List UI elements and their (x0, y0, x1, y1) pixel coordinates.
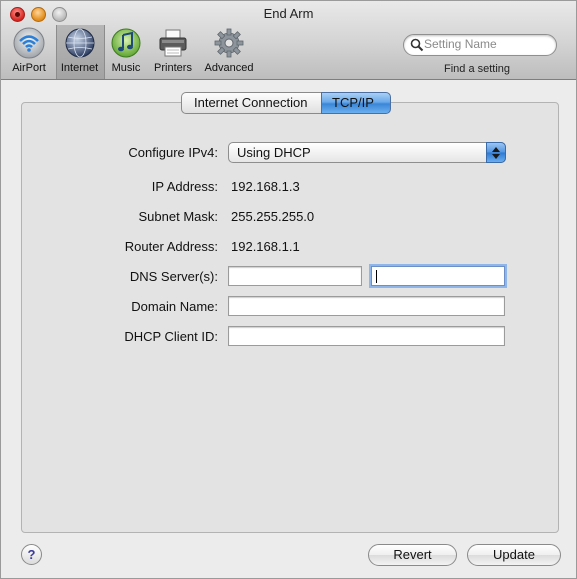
toolbar-item-printers[interactable]: Printers (151, 27, 195, 74)
window-title: End Arm (263, 6, 314, 21)
popup-arrows-icon (486, 142, 506, 163)
dhcp-client-id-field[interactable] (228, 326, 505, 346)
toolbar-item-label: Music (111, 62, 141, 74)
toolbar-item-label: Internet (60, 62, 99, 74)
tab-tcp-ip[interactable]: TCP/IP (321, 92, 391, 114)
configure-ipv4-value: Using DHCP (237, 145, 311, 160)
tab-bar: Internet Connection TCP/IP (181, 92, 391, 114)
search-icon (410, 38, 424, 52)
configure-ipv4-popup[interactable]: Using DHCP (228, 142, 506, 163)
text-caret (376, 270, 377, 283)
configure-ipv4-label: Configure IPv4: (128, 145, 218, 160)
printer-icon (159, 29, 187, 57)
toolbar-item-label: Advanced (204, 62, 254, 74)
dns-server-2-field[interactable] (371, 266, 505, 286)
music-note-icon (111, 28, 141, 58)
tcp-ip-panel (21, 102, 559, 533)
toolbar-item-label: AirPort (12, 62, 46, 74)
domain-name-field[interactable] (228, 296, 505, 316)
subnet-mask-value: 255.255.255.0 (231, 209, 315, 224)
gear-icon (214, 28, 244, 58)
update-button[interactable]: Update (467, 544, 561, 566)
ip-address-label: IP Address: (151, 179, 218, 194)
help-button[interactable]: ? (21, 544, 42, 565)
router-address-value: 192.168.1.1 (231, 239, 300, 254)
subnet-mask-label: Subnet Mask: (138, 209, 219, 224)
dhcp-client-id-label: DHCP Client ID: (124, 329, 218, 344)
toolbar-item-music[interactable]: Music (108, 27, 144, 74)
toolbar-item-label: Printers (154, 62, 192, 74)
search-field[interactable] (403, 34, 557, 56)
preferences-window: End Arm AirPort Internet Music Printers … (0, 0, 577, 579)
search-input[interactable] (424, 36, 549, 52)
toolbar-item-internet[interactable]: Internet (57, 27, 102, 74)
revert-button[interactable]: Revert (368, 544, 457, 566)
dns-server-1-field[interactable] (228, 266, 362, 286)
toolbar: End Arm AirPort Internet Music Printers … (1, 1, 576, 80)
find-setting-caption: Find a setting (444, 63, 511, 75)
toolbar-item-advanced[interactable]: Advanced (201, 27, 257, 74)
domain-name-label: Domain Name: (131, 299, 218, 314)
dns-servers-label: DNS Server(s): (129, 269, 218, 284)
airport-icon (13, 27, 45, 59)
internet-globe-icon (65, 28, 94, 58)
ip-address-value: 192.168.1.3 (231, 179, 300, 194)
tab-internet-connection[interactable]: Internet Connection (181, 92, 321, 114)
toolbar-item-airport[interactable]: AirPort (9, 27, 49, 74)
router-address-label: Router Address: (124, 239, 218, 254)
